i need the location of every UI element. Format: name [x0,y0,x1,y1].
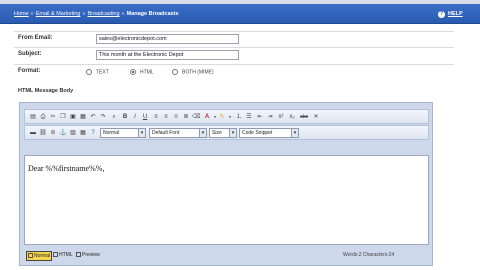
html-editor: ▤ ⎙ ✂ ❐ ▣ ▦ ↶ ↷ ⌕ B I U ≡ ≡ ≡ ≣ ⌫ A ▾ ✎ … [19,102,433,266]
subject-field[interactable]: This month at the Electronic Depot [96,50,239,60]
anchor-icon[interactable]: ⚓ [59,129,67,137]
undo-icon[interactable]: ↶ [89,113,97,121]
outdent-icon[interactable]: ⇤ [256,113,264,121]
breadcrumb-home[interactable]: Home [14,11,29,17]
superscript-icon[interactable]: x² [277,113,285,121]
help-link[interactable]: ? HELP [438,11,463,18]
breadcrumb-email-marketing[interactable]: Email & Marketing [36,11,81,17]
editor-toolbar-1: ▤ ⎙ ✂ ❐ ▣ ▦ ↶ ↷ ⌕ B I U ≡ ≡ ≡ ≣ ⌫ A ▾ ✎ … [24,109,429,124]
image-icon[interactable]: ▨ [69,129,77,137]
copy-icon[interactable]: ❐ [59,113,67,121]
format-both-label: BOTH (MIME) [182,69,214,76]
html-view-icon [53,252,58,258]
breadcrumb-broadcasting[interactable]: Broadcasting [87,11,119,17]
format-label: Format: [18,68,41,74]
from-email-field[interactable]: sales@electronicdepot.com [96,34,239,44]
redo-icon[interactable]: ↷ [99,113,107,121]
ordered-list-icon[interactable]: ⒈ [235,113,243,121]
top-bar: Home» Email & Marketing» Broadcasting» Mana… [0,0,480,24]
from-email-row: From Email: sales@electronicdepot.com [14,31,454,46]
bold-icon[interactable]: B [121,113,129,121]
find-icon[interactable]: ⌕ [110,113,118,121]
print-icon[interactable]: ⎙ [39,113,47,121]
from-email-label: From Email: [18,35,53,41]
strikethrough-icon[interactable]: abc [300,113,308,121]
unlink-icon[interactable]: ⊘ [49,129,57,137]
word-character-count: Words:2 Characters:24 [343,252,395,258]
code-snippet-select[interactable]: Code Snippet ▾ [239,128,299,138]
tab-html-label: HTML [59,252,73,258]
paste-icon[interactable]: ▣ [69,113,77,121]
underline-icon[interactable]: U [141,113,149,121]
code-snippet-value: Code Snippet [242,130,273,136]
breadcrumb: Home» Email & Marketing» Broadcasting» Mana… [14,11,179,17]
breadcrumb-separator: » [121,11,125,17]
cut-icon[interactable]: ✂ [49,113,57,121]
editor-content-area[interactable]: Dear %%firstname%%, [24,155,429,245]
paragraph-format-select[interactable]: Normal ▾ [100,128,146,138]
align-center-icon[interactable]: ≡ [162,113,170,121]
help-icon[interactable]: ? [89,129,97,137]
tab-normal-label: Normal [34,253,51,259]
unordered-list-icon[interactable]: ☰ [245,113,253,121]
tab-html[interactable]: HTML [53,251,73,261]
font-color-icon[interactable]: A [203,113,211,121]
format-text-radio[interactable]: TEXT [86,69,109,75]
format-row: Format: TEXT HTML BOTH (MIME) [14,64,454,79]
chevron-down-icon: ▾ [229,129,236,137]
tab-preview-label: Preview [82,252,100,258]
radio-dot-selected [130,69,136,75]
indent-icon[interactable]: ⇥ [266,113,274,121]
radio-dot [86,69,92,75]
help-label: HELP [448,11,463,17]
highlight-icon[interactable]: ✎ [218,113,226,121]
highlight-dropdown-icon[interactable]: ▾ [226,113,234,121]
format-html-label: HTML [140,69,154,76]
italic-icon[interactable]: I [131,113,139,121]
new-doc-icon[interactable]: ▤ [29,113,37,121]
subject-label: Subject: [18,51,42,57]
format-text-label: TEXT [96,69,109,76]
align-justify-icon[interactable]: ≣ [182,113,190,121]
chevron-down-icon: ▾ [138,129,145,137]
chevron-down-icon: ▾ [291,129,298,137]
font-family-value: Default Font [152,130,180,136]
normal-view-icon [28,253,33,259]
link-icon[interactable]: ⛓ [39,129,47,137]
editor-toolbar-2: ▬ ⛓ ⊘ ⚓ ▨ ▦ ? Normal ▾ Default Font ▾ Size… [24,125,429,140]
align-left-icon[interactable]: ≡ [152,113,160,121]
align-right-icon[interactable]: ≡ [172,113,180,121]
breadcrumb-current: Manage Broadcasts [126,11,179,17]
format-html-radio[interactable]: HTML [130,69,154,75]
clear-format-icon[interactable]: ⌫ [192,113,200,121]
radio-dot [172,69,178,75]
subject-row: Subject: This month at the Electronic De… [14,47,454,62]
font-size-value: Size [212,130,222,136]
paragraph-format-value: Normal [103,130,120,136]
preview-icon [76,252,81,258]
remove-format-icon[interactable]: ✕ [312,113,320,121]
chevron-down-icon: ▾ [199,129,206,137]
format-both-radio[interactable]: BOTH (MIME) [172,69,214,75]
font-family-select[interactable]: Default Font ▾ [149,128,207,138]
horizontal-rule-icon[interactable]: ▬ [29,129,37,137]
help-icon: ? [438,11,445,18]
tab-preview[interactable]: Preview [76,251,100,261]
breadcrumb-separator: » [30,11,34,17]
table-icon[interactable]: ▦ [79,129,87,137]
tab-normal[interactable]: Normal [26,251,53,261]
message-body-label: HTML Message Body [18,88,74,94]
subscript-icon[interactable]: x₂ [288,113,296,121]
editor-content-text: Dear %%firstname%%, [28,164,105,173]
nav-divider [0,23,480,24]
font-size-select[interactable]: Size ▾ [209,128,237,138]
paste-text-icon[interactable]: ▦ [79,113,87,121]
